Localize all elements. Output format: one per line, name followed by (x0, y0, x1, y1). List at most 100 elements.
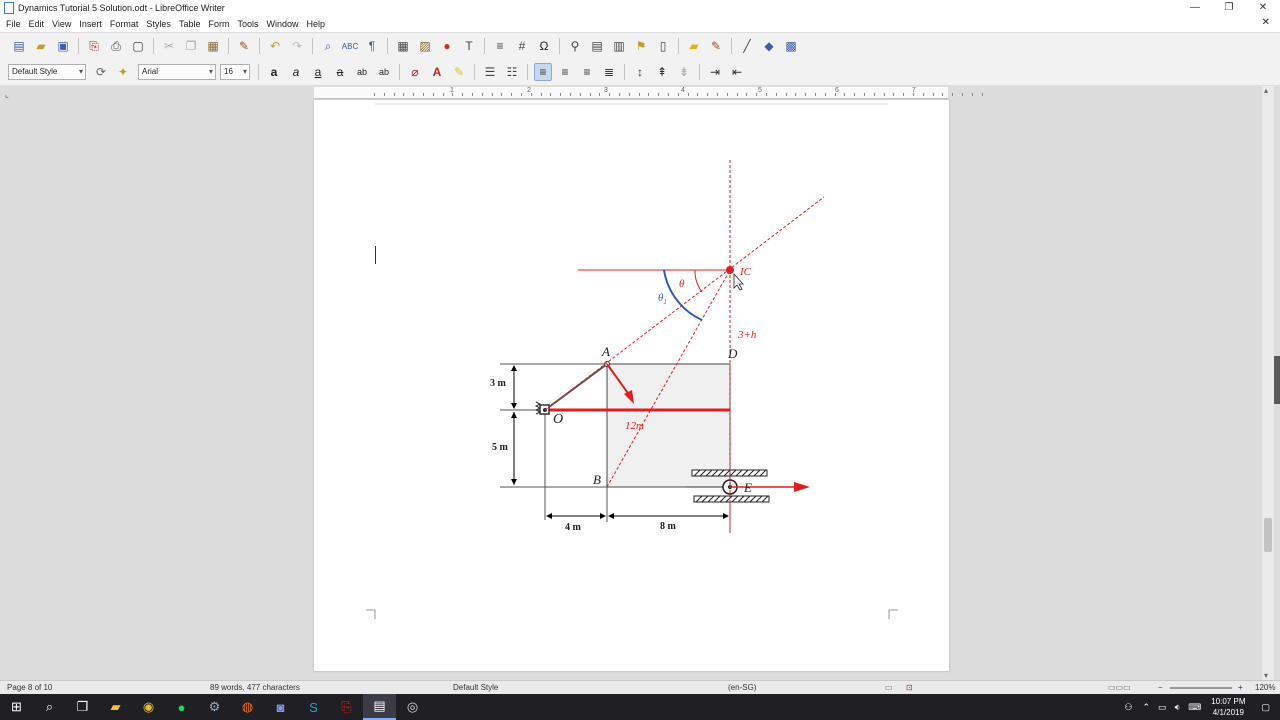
insert-text-box-icon[interactable]: T (460, 37, 478, 55)
underline-icon[interactable]: a (309, 63, 327, 81)
menu-tools[interactable]: Tools (237, 19, 258, 29)
hyperlink-icon[interactable]: ⚲ (566, 37, 584, 55)
bold-icon[interactable]: a (265, 63, 283, 81)
menu-format[interactable]: Format (110, 19, 139, 29)
spelling-icon[interactable]: ABC (341, 37, 359, 55)
status-language[interactable]: (en-SG) (728, 683, 756, 692)
volume-icon[interactable]: 🔉︎ (1175, 702, 1181, 713)
skype-icon[interactable]: S (297, 694, 330, 720)
vertical-scrollbar[interactable]: ▴ ▾ (1262, 86, 1274, 680)
menu-window[interactable]: Window (266, 19, 298, 29)
bullet-list-icon[interactable]: ☰ (481, 63, 499, 81)
horizontal-ruler[interactable]: 1 2 3 4 5 6 7 (314, 87, 983, 99)
line-icon[interactable]: ╱ (738, 37, 756, 55)
new-style-icon[interactable]: ✦ (114, 63, 132, 81)
new-document-icon[interactable]: ▤ (10, 37, 28, 55)
clear-formatting-icon[interactable]: ⌀ (406, 63, 424, 81)
person-icon[interactable]: ⚇ (1124, 702, 1132, 713)
font-color-icon[interactable]: A (428, 63, 446, 81)
insert-table-icon[interactable]: ▦ (394, 37, 412, 55)
highlight-color-icon[interactable]: ✎ (450, 63, 468, 81)
menu-help[interactable]: Help (306, 19, 325, 29)
paragraph-style-select[interactable]: Default Style (8, 64, 86, 80)
copy-icon[interactable]: ❐ (182, 37, 200, 55)
view-layout-icons[interactable]: ▭▭▭ (1108, 683, 1131, 692)
zoom-out-icon[interactable]: − (1158, 683, 1163, 692)
line-spacing-icon[interactable]: ↕ (631, 63, 649, 81)
endnote-icon[interactable]: ▥ (610, 37, 628, 55)
undo-icon[interactable]: ↶ (266, 37, 284, 55)
scroll-down-icon[interactable]: ▾ (1264, 671, 1268, 680)
network-icon[interactable]: ▭ (1158, 702, 1167, 713)
cut-icon[interactable]: ✂ (160, 37, 178, 55)
bookmark-icon[interactable]: ⚑ (632, 37, 650, 55)
minimize-button[interactable]: — (1178, 0, 1212, 16)
status-zoom[interactable]: 120% (1255, 683, 1275, 692)
save-icon[interactable]: ▣ (54, 37, 72, 55)
print-icon[interactable]: ⎙ (107, 37, 125, 55)
status-page-style[interactable]: Default Style (453, 683, 498, 692)
align-left-icon[interactable]: ≡ (534, 63, 552, 81)
zoom-slider[interactable] (1170, 687, 1232, 689)
obs-icon[interactable]: ◎ (396, 694, 429, 720)
menu-styles[interactable]: Styles (146, 19, 171, 29)
scroll-up-icon[interactable]: ▴ (1264, 86, 1268, 95)
track-changes-icon[interactable]: ✎ (707, 37, 725, 55)
notifications-icon[interactable]: ▢ (1261, 702, 1270, 713)
menu-form[interactable]: Form (208, 19, 229, 29)
writer-taskbar-icon[interactable]: ▤ (363, 694, 396, 720)
file-explorer-icon[interactable]: ▰ (99, 694, 132, 720)
document-page[interactable] (314, 100, 949, 671)
steam-icon[interactable]: ⚙ (198, 694, 231, 720)
discord-icon[interactable]: ◙ (264, 694, 297, 720)
clock[interactable]: 10:07 PM 4/1/2019 (1211, 696, 1245, 718)
menu-insert[interactable]: Insert (79, 19, 102, 29)
footnote-icon[interactable]: ▤ (588, 37, 606, 55)
redo-icon[interactable]: ↷ (288, 37, 306, 55)
update-style-icon[interactable]: ⟳ (92, 63, 110, 81)
font-size-select[interactable]: 16 (220, 64, 250, 80)
sidebar-toggle[interactable] (1274, 356, 1280, 404)
export-pdf-icon[interactable]: ⎘ (85, 37, 103, 55)
menu-table[interactable]: Table (179, 19, 201, 29)
menu-file[interactable]: File (6, 19, 21, 29)
comment-icon[interactable]: ▰ (685, 37, 703, 55)
insert-image-icon[interactable]: ▨ (416, 37, 434, 55)
scrollbar-thumb[interactable] (1264, 518, 1272, 552)
increase-paragraph-spacing-icon[interactable]: ⇞ (653, 63, 671, 81)
status-word-count[interactable]: 89 words, 477 characters (210, 683, 300, 692)
insert-field-icon[interactable]: # (513, 37, 531, 55)
spotify-icon[interactable]: ● (165, 694, 198, 720)
menu-edit[interactable]: Edit (29, 19, 45, 29)
origin-icon[interactable]: ◍ (231, 694, 264, 720)
restore-button[interactable]: ❐ (1212, 0, 1246, 16)
increase-indent-icon[interactable]: ⇥ (706, 63, 724, 81)
task-view-icon[interactable]: ❐ (66, 694, 99, 720)
numbered-list-icon[interactable]: ☷ (503, 63, 521, 81)
basic-shapes-icon[interactable]: ◆ (760, 37, 778, 55)
zoom-in-icon[interactable]: + (1238, 683, 1243, 692)
close-window-button[interactable]: ✕ (1246, 0, 1280, 16)
clone-formatting-icon[interactable]: ✎ (235, 37, 253, 55)
tray-overflow-icon[interactable]: ⌃ (1143, 702, 1151, 713)
cross-reference-icon[interactable]: ▯ (654, 37, 672, 55)
align-right-icon[interactable]: ≡ (578, 63, 596, 81)
insert-page-break-icon[interactable]: ≡ (491, 37, 509, 55)
open-folder-icon[interactable]: ▰ (32, 37, 50, 55)
draw-functions-icon[interactable]: ▩ (782, 37, 800, 55)
formatting-marks-icon[interactable]: ¶ (363, 37, 381, 55)
signature-icon[interactable]: ⊡ (906, 683, 913, 692)
italic-icon[interactable]: a (287, 63, 305, 81)
tab-stop-selector[interactable]: ⌞ (5, 90, 9, 99)
close-document-button[interactable]: ✕ (1262, 17, 1270, 28)
special-character-icon[interactable]: Ω (535, 37, 553, 55)
paste-icon[interactable]: ▦ (204, 37, 222, 55)
language-icon[interactable]: ⌨ (1188, 702, 1201, 713)
font-name-select[interactable]: Arial (138, 64, 216, 80)
start-icon[interactable]: ⊞ (0, 694, 33, 720)
search-icon[interactable]: ⌕ (33, 694, 66, 720)
insert-mode-icon[interactable]: ▭ (885, 683, 893, 692)
menu-view[interactable]: View (52, 19, 71, 29)
strikethrough-icon[interactable]: a (331, 63, 349, 81)
chrome-icon[interactable]: ◉ (132, 694, 165, 720)
